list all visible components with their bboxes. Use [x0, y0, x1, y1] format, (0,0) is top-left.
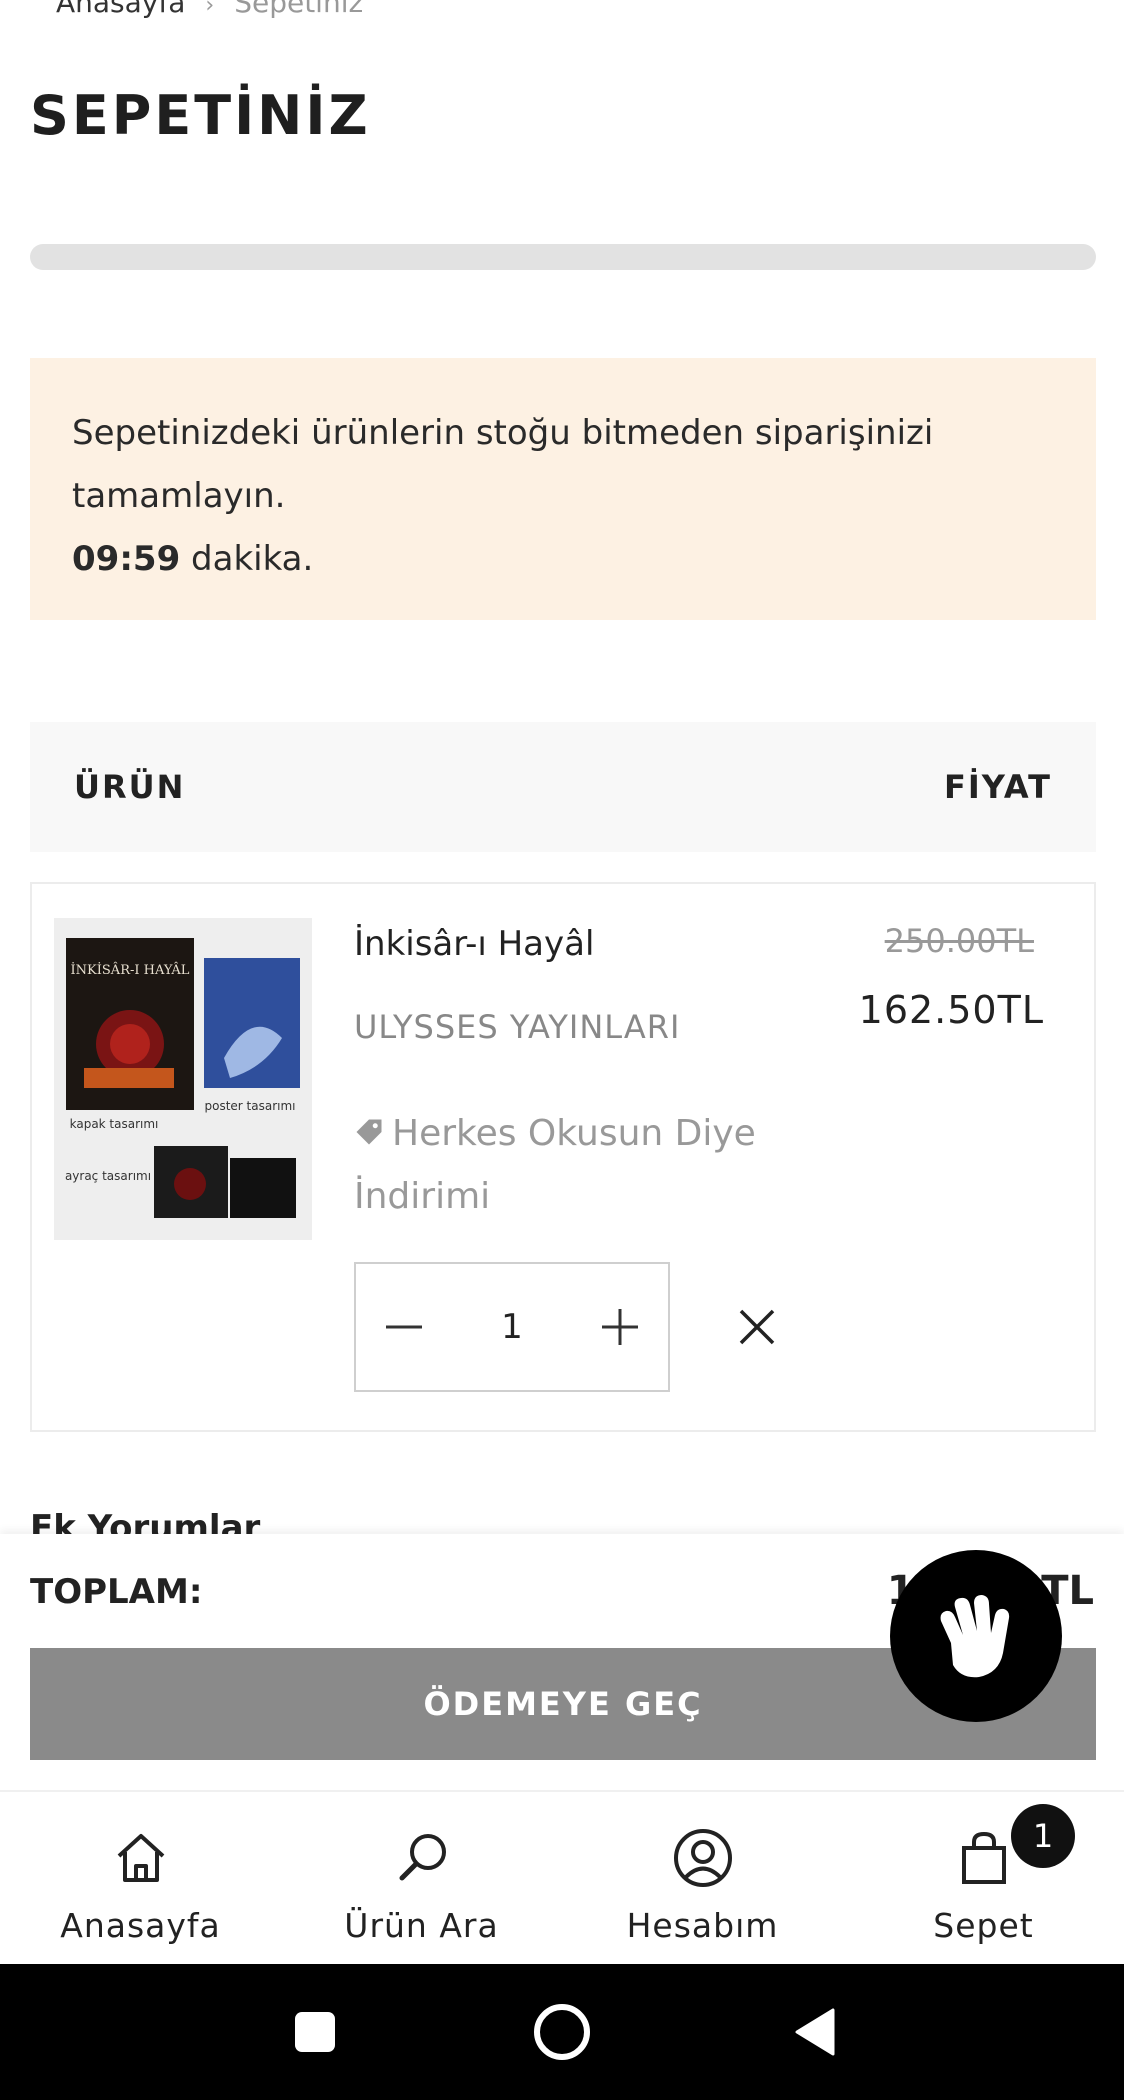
account-icon [673, 1829, 732, 1887]
nav-label-cart: Sepet [933, 1906, 1034, 1945]
progress-bar [30, 244, 1096, 270]
nav-item-account[interactable]: Hesabım [562, 1792, 843, 1964]
bottom-navigation: Anasayfa Ürün Ara Hesabım Sepet 1 [0, 1790, 1124, 1964]
stock-warning-banner: Sepetinizdeki ürünlerin stoğu bitmeden s… [30, 358, 1096, 620]
cover-caption-ayrac: ayraç tasarımı [65, 1169, 151, 1183]
minus-icon [386, 1325, 422, 1329]
countdown-suffix: dakika. [180, 539, 314, 579]
nav-item-home[interactable]: Anasayfa [0, 1792, 281, 1964]
system-navigation-bar [0, 1964, 1124, 2100]
column-price: FİYAT [944, 768, 1052, 806]
increase-quantity-button[interactable] [572, 1264, 668, 1390]
total-label: TOPLAM: [30, 1572, 203, 1612]
countdown-timer: 09:59 [72, 539, 181, 579]
quantity-stepper: 1 [354, 1262, 670, 1392]
nav-item-search[interactable]: Ürün Ara [281, 1792, 562, 1964]
close-icon [739, 1309, 775, 1345]
discount-label: Herkes Okusun Diye İndirimi [354, 1102, 774, 1228]
stock-warning-timer-line: 09:59 dakika. [72, 528, 1054, 591]
quantity-value[interactable]: 1 [501, 1307, 523, 1347]
cover-caption-kapak: kapak tasarımı [70, 1117, 159, 1131]
column-product: ÜRÜN [74, 768, 186, 806]
nav-label-search: Ürün Ara [344, 1906, 499, 1945]
discount-name: Herkes Okusun Diye İndirimi [354, 1113, 756, 1217]
cart-icon [961, 1831, 1006, 1884]
original-price: 250.00TL [884, 922, 1034, 960]
back-button[interactable] [770, 1964, 860, 2100]
waving-hand-icon [940, 1595, 1010, 1678]
square-icon [295, 2012, 335, 2052]
product-name[interactable]: İnkisâr-ı Hayâl [354, 924, 594, 964]
page-title: SEPETİNİZ [30, 84, 371, 147]
cover-title: İNKİSÂR-I HAYÂL [71, 961, 190, 978]
product-cover-image[interactable]: İNKİSÂR-I HAYÂL kapak tasarımı poster ta… [54, 918, 312, 1240]
plus-icon [601, 1309, 638, 1345]
circle-icon [534, 2004, 590, 2060]
decrease-quantity-button[interactable] [356, 1264, 452, 1390]
back-triangle-icon [795, 2008, 835, 2056]
product-publisher: ULYSSES YAYINLARI [354, 1008, 681, 1046]
progress-bar-fill [30, 244, 1096, 270]
remove-item-button[interactable] [722, 1292, 792, 1362]
tag-icon [356, 1119, 382, 1145]
search-icon [399, 1834, 446, 1881]
breadcrumb: Anasayfa › Sepetiniz [56, 0, 363, 19]
cart-count-badge: 1 [1011, 1804, 1075, 1868]
stock-warning-message: Sepetinizdeki ürünlerin stoğu bitmeden s… [72, 413, 934, 516]
breadcrumb-separator: › [205, 0, 215, 18]
recents-button[interactable] [270, 1964, 360, 2100]
home-icon [117, 1834, 164, 1882]
discounted-price: 162.50TL [858, 988, 1044, 1032]
nav-label-account: Hesabım [626, 1906, 779, 1945]
breadcrumb-current: Sepetiniz [234, 0, 364, 19]
cart-item: İNKİSÂR-I HAYÂL kapak tasarımı poster ta… [30, 882, 1096, 1432]
breadcrumb-home-link[interactable]: Anasayfa [56, 0, 185, 19]
chat-widget-button[interactable] [890, 1550, 1062, 1722]
cover-caption-poster: poster tasarımı [204, 1099, 295, 1113]
nav-item-cart[interactable]: Sepet 1 [843, 1792, 1124, 1964]
home-system-button[interactable] [512, 1964, 612, 2100]
nav-label-home: Anasayfa [60, 1906, 221, 1945]
cart-table-header: ÜRÜN FİYAT [30, 722, 1096, 852]
